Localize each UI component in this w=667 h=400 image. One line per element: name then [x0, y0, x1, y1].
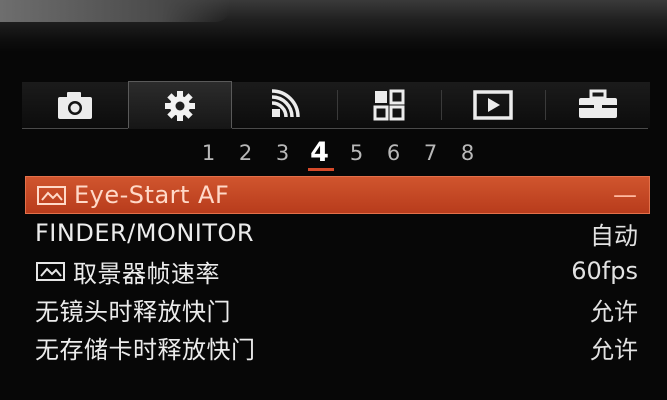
- page-number-6[interactable]: 6: [375, 138, 412, 168]
- af-frame-icon: [36, 262, 65, 281]
- menu-item-label: Eye-Start AF: [74, 181, 230, 209]
- bezel-highlight: [0, 0, 230, 22]
- tab-shooting[interactable]: [22, 82, 128, 128]
- page-number-current[interactable]: 4: [301, 138, 338, 171]
- page-number-7[interactable]: 7: [412, 138, 449, 168]
- camera-bezel: [0, 0, 667, 52]
- af-frame-icon: [37, 186, 66, 205]
- menu-item-label: 无存储卡时释放快门: [35, 335, 256, 364]
- page-indicator: 1 2 3 4 5 6 7 8: [190, 138, 486, 171]
- camera-icon: [58, 92, 92, 119]
- toolbox-icon: [578, 89, 617, 118]
- playback-icon: [473, 90, 513, 120]
- tab-bar-divider: [22, 128, 648, 129]
- settings-menu-list: Eye-Start AF — FINDER/MONITOR 自动 取景器帧速率 …: [25, 176, 650, 366]
- menu-item-release-without-card[interactable]: 无存储卡时释放快门 允许: [25, 328, 650, 366]
- menu-item-finder-frame-rate[interactable]: 取景器帧速率 60fps: [25, 252, 650, 290]
- menu-item-value: 自动: [590, 221, 638, 250]
- menu-item-finder-monitor[interactable]: FINDER/MONITOR 自动: [25, 214, 650, 252]
- tab-playback[interactable]: [441, 82, 545, 128]
- grid-icon: [373, 89, 405, 121]
- gear-icon: [165, 90, 195, 121]
- wireless-icon: [271, 89, 300, 118]
- page-number-2[interactable]: 2: [227, 138, 264, 168]
- menu-item-value: 允许: [590, 297, 638, 326]
- tab-settings[interactable]: [128, 81, 232, 129]
- page-number-8[interactable]: 8: [449, 138, 486, 168]
- menu-tab-bar: [22, 81, 650, 129]
- menu-item-release-without-lens[interactable]: 无镜头时释放快门 允许: [25, 290, 650, 328]
- menu-item-eye-start-af[interactable]: Eye-Start AF —: [25, 176, 650, 214]
- tab-application[interactable]: [337, 82, 441, 128]
- menu-item-value: —: [613, 181, 637, 209]
- menu-item-value: 允许: [590, 335, 638, 364]
- page-number-1[interactable]: 1: [190, 138, 227, 168]
- tab-bar-divider-gap: [128, 128, 232, 129]
- menu-item-label: FINDER/MONITOR: [35, 219, 255, 247]
- menu-item-label: 无镜头时释放快门: [35, 297, 231, 326]
- page-number-3[interactable]: 3: [264, 138, 301, 168]
- tab-network[interactable]: [232, 82, 337, 128]
- page-number-5[interactable]: 5: [338, 138, 375, 168]
- tab-setup[interactable]: [545, 82, 650, 128]
- menu-item-value: 60fps: [571, 257, 638, 285]
- menu-item-label: 取景器帧速率: [73, 259, 220, 288]
